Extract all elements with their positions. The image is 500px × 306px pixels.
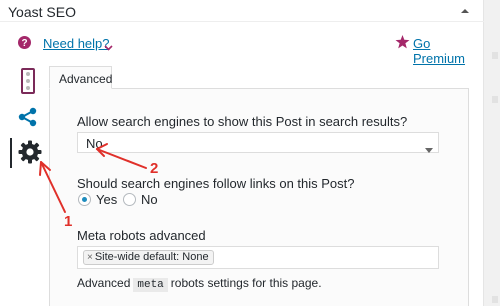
- side-tab-list: [0, 62, 50, 172]
- help-row: ? Need help? Go Premium: [0, 30, 484, 66]
- settings-tab[interactable]: [10, 138, 44, 168]
- follow-no-label[interactable]: No: [141, 192, 158, 207]
- panel-header: Yoast SEO: [0, 0, 484, 22]
- search-visibility-label: Allow search engines to show this Post i…: [77, 114, 408, 129]
- page-scrollbar[interactable]: [488, 0, 500, 306]
- meta-robots-select[interactable]: × Site-wide default: None: [77, 246, 439, 269]
- meta-robots-label: Meta robots advanced: [77, 228, 206, 243]
- meta-robots-chip[interactable]: × Site-wide default: None: [83, 250, 214, 265]
- desc-after: robots settings for this page.: [170, 276, 322, 290]
- desc-before: Advanced: [77, 276, 131, 290]
- follow-no-radio[interactable]: [123, 193, 136, 206]
- meta-robots-description: Advanced meta robots settings for this pag…: [77, 276, 322, 292]
- follow-links-label: Should search engines follow links on th…: [77, 176, 355, 191]
- panel-title: Yoast SEO: [8, 4, 76, 20]
- desc-code: meta: [133, 278, 168, 292]
- follow-yes-label[interactable]: Yes: [96, 192, 117, 207]
- search-visibility-value: No: [86, 136, 103, 151]
- annotation-number-1: 1: [64, 213, 73, 230]
- scroll-marker: [492, 296, 498, 303]
- question-circle-icon[interactable]: ?: [18, 36, 31, 49]
- dropdown-arrow-icon: [425, 141, 433, 156]
- meta-robots-chip-label: Site-wide default: None: [94, 251, 209, 263]
- go-premium-link[interactable]: Go Premium: [413, 36, 484, 66]
- annotation-number-2: 2: [150, 160, 159, 177]
- scroll-marker: [492, 96, 498, 103]
- collapse-arrow-icon[interactable]: [458, 4, 472, 18]
- gear-icon[interactable]: [18, 140, 42, 167]
- yoast-seo-panel: Yoast SEO ? Need help? Go Premium Advanc…: [0, 0, 484, 306]
- scroll-marker: [492, 52, 498, 59]
- need-help-link[interactable]: Need help?: [43, 36, 110, 51]
- share-icon[interactable]: [18, 107, 38, 130]
- search-visibility-select[interactable]: No: [77, 132, 439, 153]
- tab-advanced[interactable]: Advanced: [49, 66, 112, 89]
- svg-text:?: ?: [21, 38, 27, 49]
- traffic-light-icon[interactable]: [21, 68, 35, 94]
- chevron-down-icon[interactable]: [104, 39, 113, 54]
- star-icon[interactable]: [395, 35, 410, 52]
- follow-yes-radio[interactable]: [78, 193, 91, 206]
- remove-chip-icon[interactable]: ×: [87, 252, 93, 263]
